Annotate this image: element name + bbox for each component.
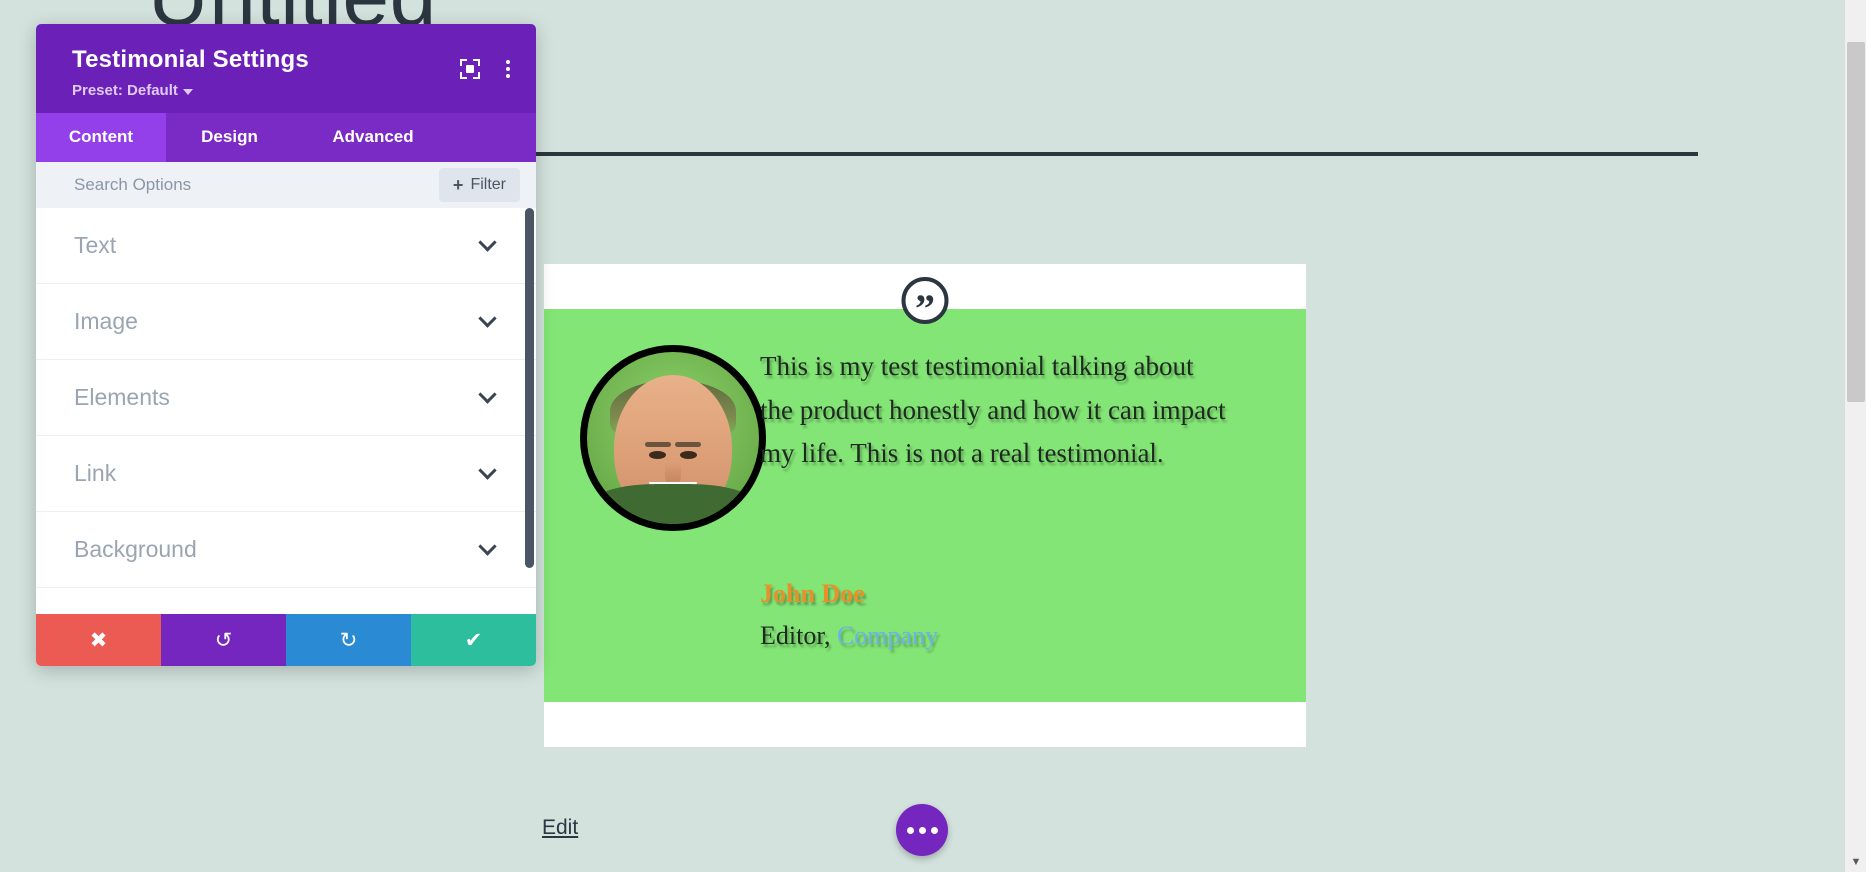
- undo-button[interactable]: ↺: [161, 614, 286, 666]
- testimonial-author-block: John Doe Editor, Company: [760, 577, 1230, 655]
- preset-selector[interactable]: Preset: Default: [72, 82, 512, 99]
- avatar-brow-right: [675, 442, 702, 448]
- accordion-item-background[interactable]: Background: [36, 512, 536, 588]
- filter-button[interactable]: + Filter: [438, 168, 520, 202]
- author-company: Company: [836, 620, 939, 650]
- chevron-down-icon: [478, 537, 497, 556]
- cancel-button[interactable]: ✖: [36, 614, 161, 666]
- testimonial-quote-text: This is my test testimonial talking abou…: [760, 351, 1226, 469]
- chevron-down-icon: [182, 88, 193, 95]
- tab-advanced[interactable]: Advanced: [293, 113, 453, 162]
- chevron-down-icon: [478, 309, 497, 328]
- avatar-eye-right: [679, 451, 697, 460]
- more-options-icon[interactable]: [504, 58, 512, 80]
- accordion-item-text[interactable]: Text: [36, 208, 536, 284]
- avatar-brow-left: [644, 442, 671, 448]
- accordion-item-elements[interactable]: Elements: [36, 360, 536, 436]
- testimonial-settings-modal: Testimonial Settings Preset: Default Con…: [36, 24, 536, 666]
- testimonial-module[interactable]: ” This is my test testimonial talking ab…: [544, 264, 1306, 747]
- author-meta: Editor, Company: [760, 616, 1230, 655]
- author-name: John Doe: [760, 579, 865, 608]
- tab-design[interactable]: Design: [166, 113, 293, 162]
- redo-button[interactable]: ↻: [286, 614, 411, 666]
- accordion-label: Image: [74, 308, 138, 334]
- edit-link[interactable]: Edit: [542, 816, 578, 840]
- dot-1: [906, 826, 914, 834]
- accordion-label: Elements: [74, 384, 170, 410]
- tab-content[interactable]: Content: [36, 113, 166, 162]
- modal-scrollbar[interactable]: [525, 208, 534, 568]
- save-button[interactable]: ✔: [411, 614, 536, 666]
- modal-header: Testimonial Settings Preset: Default: [36, 24, 536, 113]
- accordion-label: Link: [74, 460, 117, 486]
- avatar: [580, 345, 766, 531]
- avatar-shirt: [593, 484, 753, 524]
- search-row: + Filter: [36, 162, 536, 208]
- chevron-down-icon: [478, 385, 497, 404]
- dot-3: [930, 826, 938, 834]
- scroll-down-arrow-icon[interactable]: ▼: [1845, 857, 1866, 868]
- filter-label: Filter: [470, 176, 506, 193]
- accordion-item-image[interactable]: Image: [36, 284, 536, 360]
- more-options-fab[interactable]: [896, 804, 948, 856]
- author-position: Editor,: [760, 620, 831, 650]
- accordion-item-link[interactable]: Link: [36, 436, 536, 512]
- avatar-eye-left: [649, 451, 667, 460]
- quotation-mark-icon: ”: [901, 277, 949, 328]
- accordion-label: Text: [74, 232, 117, 258]
- quote-glyph: ”: [915, 285, 935, 331]
- modal-tabs: Content Design Advanced: [36, 113, 536, 162]
- search-input[interactable]: [74, 175, 439, 195]
- chevron-down-icon: [478, 461, 497, 480]
- accordion-label: Background: [74, 536, 197, 562]
- modal-header-icons: [460, 58, 512, 80]
- plus-icon: +: [452, 175, 464, 195]
- header-divider: [536, 152, 1698, 156]
- dot-2: [918, 826, 926, 834]
- focus-frame-icon[interactable]: [460, 59, 480, 79]
- settings-accordion-list: Text Image Elements Link Background: [36, 208, 536, 614]
- scrollbar-thumb[interactable]: [1847, 42, 1865, 402]
- preset-label: Preset: Default: [72, 82, 178, 99]
- modal-title: Testimonial Settings: [72, 46, 309, 73]
- testimonial-body: This is my test testimonial talking abou…: [544, 309, 1306, 702]
- chevron-down-icon: [478, 233, 497, 252]
- browser-scrollbar[interactable]: ▼: [1844, 0, 1866, 872]
- modal-action-bar: ✖ ↺ ↻ ✔: [36, 614, 536, 666]
